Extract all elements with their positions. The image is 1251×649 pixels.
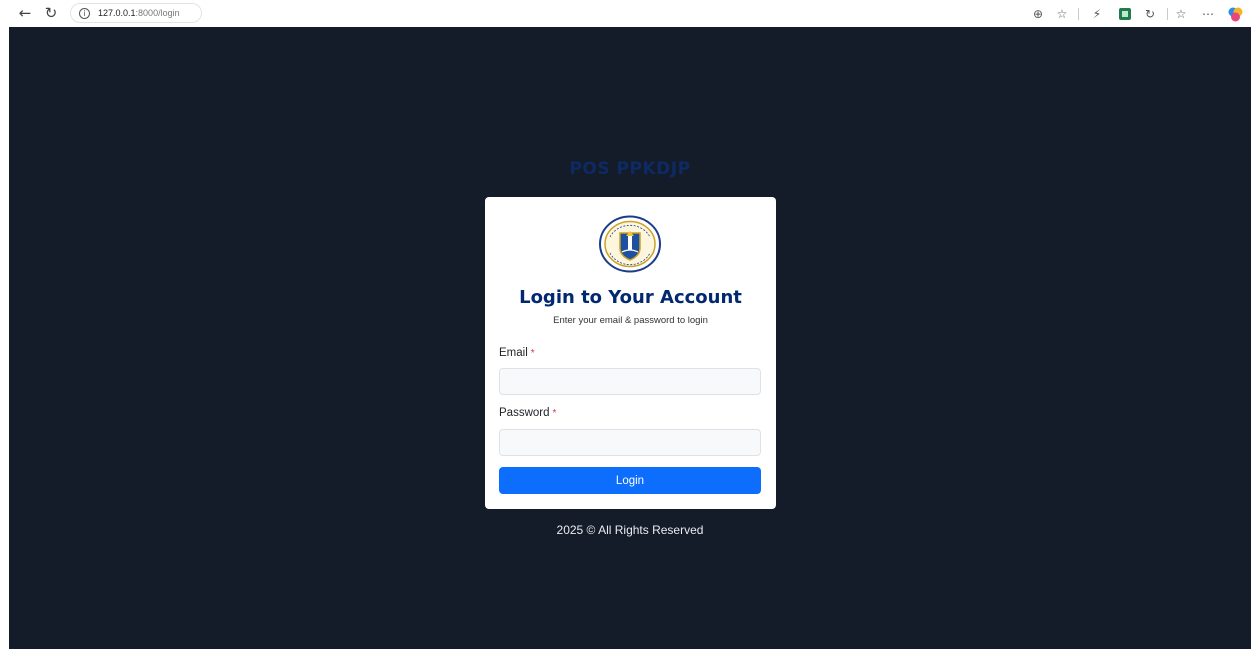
email-label-text: Email: [499, 347, 528, 359]
extension-icon[interactable]: ⚡: [1089, 6, 1105, 22]
reload-icon[interactable]: ↻: [41, 4, 61, 22]
back-icon[interactable]: ←: [15, 4, 35, 22]
more-icon[interactable]: ⋯: [1200, 6, 1216, 22]
toolbar-divider: [1167, 8, 1168, 20]
email-field[interactable]: [499, 368, 761, 395]
app-icon[interactable]: [1117, 6, 1133, 22]
zoom-icon[interactable]: ⊕: [1030, 6, 1046, 22]
address-url: 127.0.0.1:8000/login: [98, 8, 180, 18]
login-button[interactable]: Login: [499, 467, 761, 494]
password-label: Password *: [499, 407, 556, 419]
required-mark: *: [552, 408, 557, 419]
city-emblem-logo: [599, 215, 661, 273]
login-card: Login to Your Account Enter your email &…: [485, 197, 776, 509]
card-subtitle: Enter your email & password to login: [553, 315, 708, 326]
page-viewport: POS PPKDJP Login to Your Account Enter y…: [9, 27, 1251, 649]
star-icon[interactable]: ☆: [1054, 6, 1070, 22]
url-path: :8000/login: [135, 8, 180, 18]
refresh-ext-icon[interactable]: ↻: [1142, 6, 1158, 22]
site-info-icon[interactable]: i: [79, 7, 90, 19]
email-label: Email *: [499, 347, 535, 359]
brand-title[interactable]: POS PPKDJP: [9, 159, 1251, 179]
address-bar[interactable]: i 127.0.0.1:8000/login: [70, 3, 202, 23]
password-field[interactable]: [499, 429, 761, 456]
required-mark: *: [530, 348, 535, 359]
toolbar-divider: [1078, 8, 1079, 20]
card-title: Login to Your Account: [519, 287, 742, 308]
copilot-icon[interactable]: [1227, 6, 1243, 22]
favorites-icon[interactable]: ☆: [1173, 6, 1189, 22]
url-host: 127.0.0.1: [98, 8, 136, 18]
password-label-text: Password: [499, 407, 550, 419]
browser-toolbar: ← ↻ i 127.0.0.1:8000/login ⊕ ☆ ⚡ ↻ ☆ ⋯: [0, 0, 1251, 27]
footer-copyright: 2025 © All Rights Reserved: [556, 523, 704, 537]
